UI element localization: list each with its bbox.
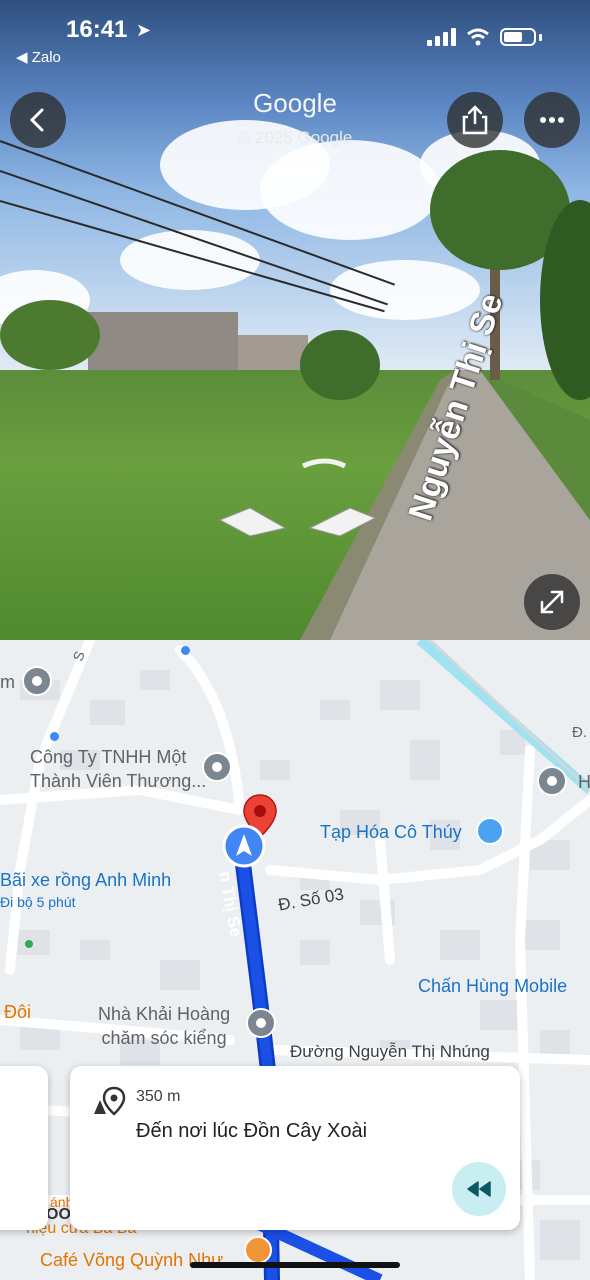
map-label-nhung: Đường Nguyễn Thị Nhúng [290, 1042, 490, 1061]
chevron-left-icon [29, 108, 44, 132]
company-line-2: Thành Viên Thương... [30, 771, 207, 791]
expand-icon [540, 590, 564, 614]
step-distance: 350 m [136, 1088, 181, 1105]
company-line-1: Công Ty TNHH Một [30, 747, 187, 767]
expand-button[interactable] [524, 574, 580, 630]
previous-step-card[interactable] [0, 1066, 48, 1230]
rewind-button[interactable] [452, 1162, 506, 1216]
garden-line-1: Nhà Khải Hoàng [98, 1004, 231, 1024]
poi-museum-icon[interactable] [22, 666, 52, 696]
navigation-step-card[interactable]: 350 m Đến nơi lúc Đồn Cây Xoài [70, 1066, 520, 1230]
battery-icon [500, 28, 536, 46]
wifi-icon [467, 28, 489, 46]
map-label-parking[interactable]: Bãi xe rồng Anh Minh [0, 870, 171, 891]
location-arrow-icon: ➤ [136, 20, 152, 40]
garden-line-2: chăm sóc kiểng [101, 1028, 227, 1048]
map-label-partial-d: Đ. [572, 724, 587, 741]
street-view-panorama[interactable]: Nguyễn Thị Se Google © 2025 Google 16:41… [0, 0, 590, 640]
back-button[interactable] [10, 92, 66, 148]
map-dot [50, 732, 59, 741]
map-dot [181, 646, 190, 655]
poi-company-icon[interactable] [202, 752, 232, 782]
home-indicator[interactable] [190, 1262, 400, 1268]
status-time: 16:41 [66, 16, 128, 43]
step-instruction: Đến nơi lúc Đồn Cây Xoài [136, 1120, 368, 1142]
rewind-icon [467, 1181, 491, 1197]
map-label-company[interactable]: Công Ty TNHH Một Thành Viên Thương... [30, 745, 206, 793]
cafe-icon[interactable] [244, 1236, 272, 1264]
map-label-partial: m [0, 672, 15, 692]
current-location-icon [222, 824, 266, 868]
status-bar: 16:41 ➤ ◀ Zalo [0, 0, 590, 70]
map-label-partial-h: H [578, 772, 590, 792]
battery-cap [539, 33, 542, 41]
map-label-mobile[interactable]: Chấn Hùng Mobile [418, 976, 567, 997]
copyright-text: © 2025 Google [237, 128, 353, 147]
share-button[interactable] [447, 92, 503, 148]
map-label-parking-walk: Đi bộ 5 phút [0, 894, 76, 910]
shopping-bag-icon[interactable] [476, 817, 504, 845]
poi-h-icon[interactable] [537, 766, 567, 796]
map-label-garden[interactable]: Nhà Khải Hoàng chăm sóc kiểng [98, 1002, 230, 1050]
map-dot [25, 940, 33, 948]
poi-garden-icon[interactable] [246, 1008, 276, 1038]
destination-icon [94, 1086, 126, 1116]
map-label-doi: Đôi [4, 1002, 32, 1022]
status-icons [427, 28, 542, 46]
more-button[interactable] [524, 92, 580, 148]
cellular-signal-icon [427, 28, 456, 46]
share-icon [462, 105, 488, 135]
more-icon [540, 117, 564, 123]
back-to-app-link[interactable]: ◀ Zalo [16, 48, 61, 66]
map-label-grocery[interactable]: Tạp Hóa Cô Thúy [320, 822, 462, 843]
